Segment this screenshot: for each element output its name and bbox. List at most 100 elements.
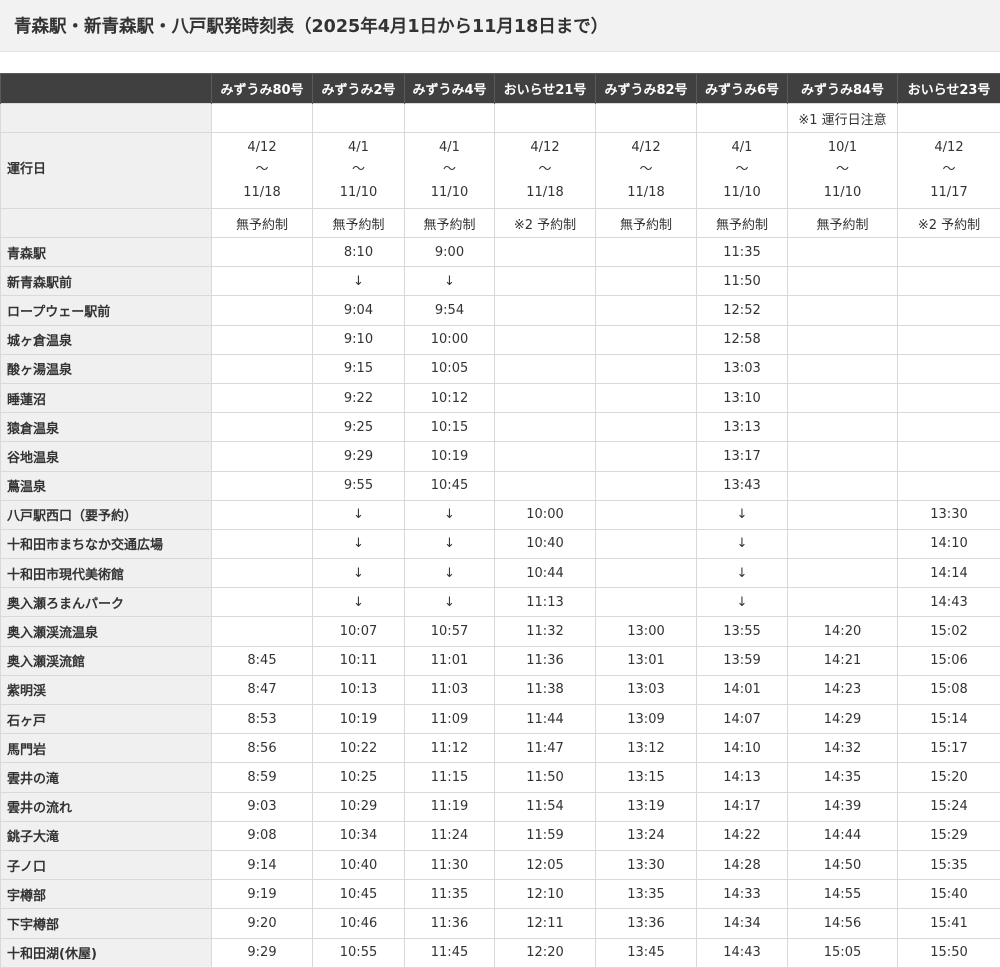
stop-row: 十和田市現代美術館↓↓10:44↓14:14 — [1, 559, 1000, 588]
time-cell: 12:10 — [495, 880, 596, 909]
stop-name: 宇樽部 — [1, 880, 212, 909]
date-sep: ～ — [212, 159, 312, 182]
time-cell: 10:34 — [313, 821, 405, 850]
stop-row: 子ノ口9:1410:4011:3012:0513:3014:2814:5015:… — [1, 850, 1000, 879]
time-cell — [495, 442, 596, 471]
reservation-cell: 無予約制 — [697, 209, 788, 238]
stop-name: 新青森駅前 — [1, 267, 212, 296]
reservation-cell: 無予約制 — [596, 209, 697, 238]
time-cell — [212, 383, 313, 412]
time-cell: ↓ — [697, 559, 788, 588]
time-cell: 11:36 — [495, 646, 596, 675]
time-cell — [212, 296, 313, 325]
stop-row: 馬門岩8:5610:2211:1211:4713:1214:1014:3215:… — [1, 734, 1000, 763]
time-cell: 15:17 — [898, 734, 1000, 763]
time-cell — [596, 296, 697, 325]
operation-date-cell: 4/1～11/10 — [313, 133, 405, 209]
time-cell: 8:59 — [212, 763, 313, 792]
date-from: 10/1 — [788, 137, 897, 160]
time-cell: 12:11 — [495, 909, 596, 938]
time-cell: 11:30 — [405, 850, 495, 879]
column-header: みずうみ4号 — [405, 74, 495, 104]
time-cell — [788, 500, 898, 529]
time-cell: 14:21 — [788, 646, 898, 675]
time-cell: 10:45 — [313, 880, 405, 909]
stop-name: 十和田市現代美術館 — [1, 559, 212, 588]
stop-name: 城ヶ倉温泉 — [1, 325, 212, 354]
stop-row: 雲井の滝8:5910:2511:1511:5013:1514:1314:3515… — [1, 763, 1000, 792]
time-cell — [212, 413, 313, 442]
time-cell: ↓ — [697, 500, 788, 529]
time-cell — [788, 588, 898, 617]
table-header-row: みずうみ80号みずうみ2号みずうみ4号おいらせ21号みずうみ82号みずうみ6号み… — [1, 74, 1000, 104]
time-cell — [898, 238, 1000, 267]
time-cell: 9:29 — [313, 442, 405, 471]
notes-row-label — [1, 104, 212, 133]
time-cell: 13:45 — [596, 938, 697, 967]
date-sep: ～ — [697, 159, 787, 182]
time-cell: 14:43 — [697, 938, 788, 967]
time-cell: 9:54 — [405, 296, 495, 325]
column-header: みずうみ82号 — [596, 74, 697, 104]
time-cell — [788, 442, 898, 471]
note-cell — [697, 104, 788, 133]
date-from: 4/1 — [697, 137, 787, 160]
time-cell: 14:28 — [697, 850, 788, 879]
time-cell: 14:22 — [697, 821, 788, 850]
time-cell — [212, 617, 313, 646]
reservation-cell: ※2 予約制 — [898, 209, 1000, 238]
time-cell: ↓ — [405, 500, 495, 529]
time-cell — [596, 325, 697, 354]
time-cell: 10:44 — [495, 559, 596, 588]
time-cell: 11:01 — [405, 646, 495, 675]
time-cell — [898, 383, 1000, 412]
time-cell — [495, 354, 596, 383]
date-to: 11/10 — [788, 182, 897, 205]
time-cell — [596, 529, 697, 558]
operation-date-cell: 4/1～11/10 — [697, 133, 788, 209]
time-cell — [898, 442, 1000, 471]
time-cell: 9:29 — [212, 938, 313, 967]
stop-row: 奥入瀬渓流館8:4510:1111:0111:3613:0113:5914:21… — [1, 646, 1000, 675]
time-cell: 9:14 — [212, 850, 313, 879]
time-cell: 10:07 — [313, 617, 405, 646]
time-cell: 13:17 — [697, 442, 788, 471]
stop-name: 猿倉温泉 — [1, 413, 212, 442]
time-cell — [788, 296, 898, 325]
column-header: みずうみ84号 — [788, 74, 898, 104]
time-cell — [596, 500, 697, 529]
time-cell: 11:59 — [495, 821, 596, 850]
page-title: 青森駅・新青森駅・八戸駅発時刻表（2025年4月1日から11月18日まで） — [14, 13, 608, 38]
time-cell: 13:36 — [596, 909, 697, 938]
stop-row: 紫明渓8:4710:1311:0311:3813:0314:0114:2315:… — [1, 675, 1000, 704]
stop-row: 青森駅8:109:0011:35 — [1, 238, 1000, 267]
operation-date-cell: 4/12～11/17 — [898, 133, 1000, 209]
time-cell: 14:33 — [697, 880, 788, 909]
time-cell: 9:19 — [212, 880, 313, 909]
time-cell: 11:32 — [495, 617, 596, 646]
time-cell — [596, 413, 697, 442]
time-cell: 11:15 — [405, 763, 495, 792]
note-cell — [596, 104, 697, 133]
column-header: みずうみ2号 — [313, 74, 405, 104]
time-cell: 10:00 — [495, 500, 596, 529]
note-cell — [212, 104, 313, 133]
column-header: おいらせ23号 — [898, 74, 1000, 104]
time-cell: 15:41 — [898, 909, 1000, 938]
time-cell: 8:10 — [313, 238, 405, 267]
stop-name: 雲井の滝 — [1, 763, 212, 792]
time-cell: 15:29 — [898, 821, 1000, 850]
time-cell: 15:24 — [898, 792, 1000, 821]
reservation-cell: 無予約制 — [788, 209, 898, 238]
time-cell: 15:20 — [898, 763, 1000, 792]
stop-name: 酸ヶ湯温泉 — [1, 354, 212, 383]
time-cell: 13:15 — [596, 763, 697, 792]
time-cell: 15:40 — [898, 880, 1000, 909]
time-cell: 13:10 — [697, 383, 788, 412]
date-from: 4/1 — [313, 137, 404, 160]
time-cell: 10:15 — [405, 413, 495, 442]
time-cell: 14:10 — [697, 734, 788, 763]
time-cell: 10:40 — [495, 529, 596, 558]
time-cell: 11:44 — [495, 705, 596, 734]
date-from: 4/12 — [212, 137, 312, 160]
